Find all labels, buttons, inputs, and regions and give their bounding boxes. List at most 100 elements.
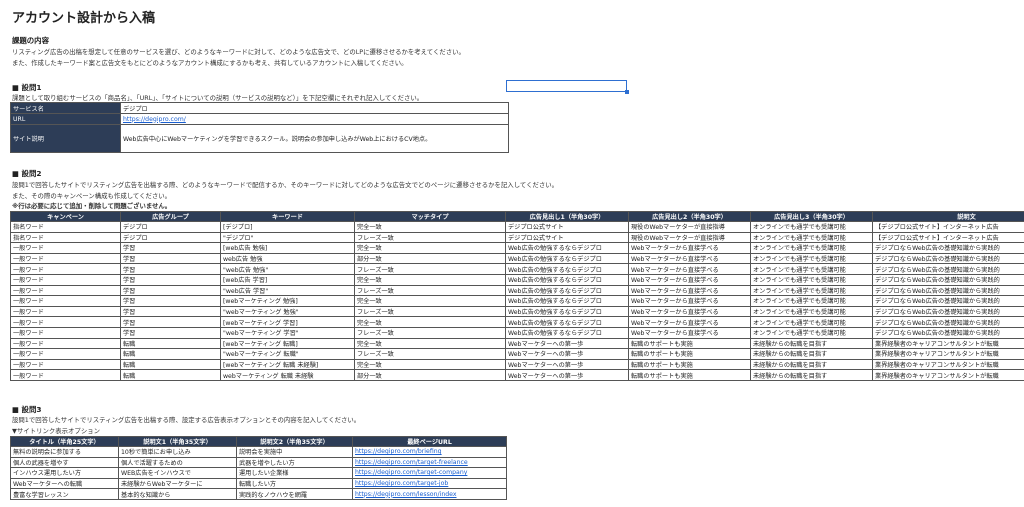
table-cell[interactable]: webマーケティング 転職 未経験 [220,369,355,381]
table-cell[interactable]: https://degipro.com/target-company [352,467,507,479]
table-cell[interactable]: "web広告 学習" [220,284,355,297]
table-cell[interactable]: 学習 [120,326,221,339]
q1-value[interactable]: Web広告中心にWebマーケティングを学習できるスクール。説明会の参加申し込みが… [120,124,509,153]
table-cell[interactable]: デジプロならWeb広告の基礎知識から実践的 [872,295,1024,307]
table-cell[interactable]: フレーズ一致 [354,284,506,297]
table-cell[interactable]: オンラインでも通学でも受講可能 [750,273,873,286]
table-cell[interactable]: Webマーケターから直接学べる [628,252,751,265]
table-cell[interactable]: フレーズ一致 [354,326,506,339]
table-cell[interactable]: 学習 [120,305,221,318]
table-cell[interactable]: オンラインでも通学でも受講可能 [750,326,873,339]
table-cell[interactable]: Webマーケターから直接学べる [628,273,751,286]
table-cell[interactable]: デジプロ公式サイト [505,221,629,233]
table-cell[interactable]: https://degipro.com/lesson/index [352,488,507,500]
table-cell[interactable]: Web広告の勉強するならデジプロ [505,326,629,339]
q1-value[interactable]: https://degipro.com/ [120,113,509,125]
table-cell[interactable]: 転職のサポートも実施 [628,337,751,350]
table-cell[interactable]: フレーズ一致 [354,231,506,244]
table-cell[interactable]: 一般ワード [10,305,121,318]
table-cell[interactable]: 未経験からの転職を目指す [750,358,873,371]
table-cell[interactable]: デジプロならWeb広告の基礎知識から実践的 [872,242,1024,254]
table-cell[interactable]: Web広告の勉強するならデジプロ [505,273,629,286]
table-cell[interactable]: 完全一致 [354,316,506,328]
table-cell[interactable]: Webマーケターから直接学べる [628,263,751,275]
table-cell[interactable]: 【デジプロ公式サイト】インターネット広告 [872,231,1024,244]
table-cell[interactable]: [web広告 学習] [220,273,355,286]
table-cell[interactable]: 説明会を実施中 [236,446,353,458]
table-cell[interactable]: Web広告の勉強するならデジプロ [505,252,629,265]
table-cell[interactable]: 転職 [120,348,221,360]
table-cell[interactable]: Webマーケターから直接学べる [628,284,751,297]
table-cell[interactable]: 【デジプロ公式サイト】インターネット広告 [872,221,1024,233]
table-cell[interactable]: [webマーケティング 学習] [220,316,355,328]
table-cell[interactable]: "webマーケティング 転職" [220,348,355,360]
table-cell[interactable]: 未経験からの転職を目指す [750,369,873,381]
table-cell[interactable]: Webマーケターから直接学べる [628,326,751,339]
final-url-link[interactable]: https://degipro.com/target-company [355,469,467,476]
table-cell[interactable]: 完全一致 [354,221,506,233]
table-cell[interactable]: Webマーケターへの第一歩 [505,358,629,371]
table-cell[interactable]: Web広告の勉強するならデジプロ [505,305,629,318]
table-cell[interactable]: 学習 [120,242,221,254]
table-cell[interactable]: 武器を増やしたい方 [236,456,353,469]
table-cell[interactable]: 基本的な知識から [118,488,237,500]
table-cell[interactable]: オンラインでも通学でも受講可能 [750,242,873,254]
table-cell[interactable]: デジプロならWeb広告の基礎知識から実践的 [872,305,1024,318]
table-cell[interactable]: デジプロならWeb広告の基礎知識から実践的 [872,316,1024,328]
table-cell[interactable]: デジプロならWeb広告の基礎知識から実践的 [872,273,1024,286]
table-cell[interactable]: 現役のWebマーケターが直接指導 [628,231,751,244]
table-cell[interactable]: 一般ワード [10,242,121,254]
table-cell[interactable]: [web広告 勉強] [220,242,355,254]
table-cell[interactable]: 個人で活躍するための [118,456,237,469]
table-cell[interactable]: 業界経験者のキャリアコンサルタントが転職 [872,369,1024,381]
table-cell[interactable]: 一般ワード [10,348,121,360]
table-cell[interactable]: 一般ワード [10,295,121,307]
table-cell[interactable]: [webマーケティング 転職] [220,337,355,350]
table-cell[interactable]: Webマーケターから直接学べる [628,305,751,318]
table-cell[interactable]: 転職 [120,358,221,371]
table-cell[interactable]: Web広告の勉強するならデジプロ [505,242,629,254]
table-cell[interactable]: 学習 [120,284,221,297]
table-cell[interactable]: オンラインでも通学でも受講可能 [750,305,873,318]
table-cell[interactable]: web広告 勉強 [220,252,355,265]
table-cell[interactable]: オンラインでも通学でも受講可能 [750,284,873,297]
table-cell[interactable]: Web広告の勉強するならデジプロ [505,295,629,307]
table-cell[interactable]: "デジプロ" [220,231,355,244]
table-cell[interactable]: "webマーケティング 勉強" [220,305,355,318]
table-cell[interactable]: 未経験からWebマーケターに [118,477,237,490]
table-cell[interactable]: オンラインでも通学でも受講可能 [750,295,873,307]
table-cell[interactable]: [webマーケティング 転職 未経験] [220,358,355,371]
table-cell[interactable]: フレーズ一致 [354,348,506,360]
table-cell[interactable]: デジプロならWeb広告の基礎知識から実践的 [872,252,1024,265]
table-cell[interactable]: オンラインでも通学でも受講可能 [750,231,873,244]
table-cell[interactable]: https://degipro.com/target-job [352,477,507,490]
final-url-link[interactable]: https://degipro.com/target-freelance [355,459,468,466]
table-cell[interactable]: https://degipro.com/briefing [352,446,507,458]
fill-handle[interactable] [625,90,629,94]
table-cell[interactable]: 一般ワード [10,326,121,339]
table-cell[interactable]: 学習 [120,273,221,286]
table-cell[interactable]: 現役のWebマーケターが直接指導 [628,221,751,233]
final-url-link[interactable]: https://degipro.com/lesson/index [355,491,457,498]
table-cell[interactable]: 一般ワード [10,316,121,328]
table-cell[interactable]: 転職のサポートも実施 [628,369,751,381]
table-cell[interactable]: インハウス運用したい方 [10,467,119,479]
table-cell[interactable]: 完全一致 [354,273,506,286]
table-cell[interactable]: 業界経験者のキャリアコンサルタントが転職 [872,358,1024,371]
table-cell[interactable]: 学習 [120,263,221,275]
table-cell[interactable]: Web広告の勉強するならデジプロ [505,284,629,297]
table-cell[interactable]: 一般ワード [10,284,121,297]
final-url-link[interactable]: https://degipro.com/target-job [355,480,448,487]
table-cell[interactable]: 学習 [120,295,221,307]
table-cell[interactable]: フレーズ一致 [354,263,506,275]
table-cell[interactable]: 運用したい企業様 [236,467,353,479]
table-cell[interactable]: 業界経験者のキャリアコンサルタントが転職 [872,348,1024,360]
table-cell[interactable]: [デジプロ] [220,221,355,233]
table-cell[interactable]: Webマーケターへの第一歩 [505,337,629,350]
table-cell[interactable]: 実践的なノウハウを網羅 [236,488,353,500]
table-cell[interactable]: 完全一致 [354,295,506,307]
table-cell[interactable]: 学習 [120,252,221,265]
table-cell[interactable]: 業界経験者のキャリアコンサルタントが転職 [872,337,1024,350]
table-cell[interactable]: 転職したい方 [236,477,353,490]
table-cell[interactable]: Webマーケターへの第一歩 [505,369,629,381]
